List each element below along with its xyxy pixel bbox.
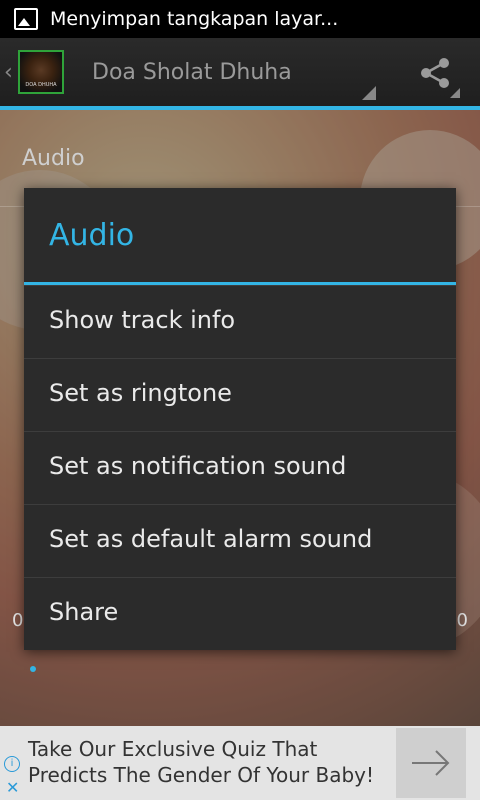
back-chevron-icon[interactable]: ‹: [4, 60, 13, 85]
status-bar: Menyimpan tangkapan layar...: [0, 0, 480, 38]
time-elapsed: 0: [12, 610, 24, 631]
time-total: 0: [456, 610, 468, 631]
ad-banner[interactable]: i ✕ Take Our Exclusive Quiz That Predict…: [0, 726, 480, 800]
title-dropdown-indicator-icon: [362, 86, 376, 100]
ad-close-icon[interactable]: ✕: [6, 778, 19, 797]
arrow-right-icon: [412, 750, 450, 776]
overflow-indicator-icon: [450, 88, 460, 98]
menu-item-label: Set as ringtone: [49, 379, 232, 407]
menu-item-label: Set as notification sound: [49, 452, 347, 480]
menu-item-label: Set as default alarm sound: [49, 525, 373, 553]
thumbnail-caption: DOA DHUHA: [25, 82, 57, 88]
progress-indicator[interactable]: [30, 666, 36, 672]
audio-options-dialog: Audio Show track info Set as ringtone Se…: [24, 188, 456, 650]
ad-info-icon[interactable]: i: [4, 756, 20, 772]
menu-item-share[interactable]: Share: [24, 577, 456, 650]
menu-item-label: Show track info: [49, 306, 236, 334]
app-thumbnail[interactable]: DOA DHUHA: [18, 50, 64, 94]
section-label: Audio: [22, 146, 85, 171]
dialog-title: Audio: [49, 218, 135, 253]
action-bar: ‹ DOA DHUHA Doa Sholat Dhuha: [0, 38, 480, 110]
share-icon[interactable]: [418, 56, 452, 90]
menu-item-set-as-notification-sound[interactable]: Set as notification sound: [24, 431, 456, 504]
ad-text[interactable]: Take Our Exclusive Quiz That Predicts Th…: [28, 736, 388, 788]
menu-item-set-as-ringtone[interactable]: Set as ringtone: [24, 358, 456, 431]
status-notification-text: Menyimpan tangkapan layar...: [50, 8, 339, 30]
screenshot-image-icon: [14, 8, 38, 30]
menu-item-show-track-info[interactable]: Show track info: [24, 285, 456, 358]
ad-open-button[interactable]: [396, 728, 466, 798]
menu-item-set-as-default-alarm-sound[interactable]: Set as default alarm sound: [24, 504, 456, 577]
app-title[interactable]: Doa Sholat Dhuha: [92, 60, 292, 85]
menu-item-label: Share: [49, 598, 119, 626]
